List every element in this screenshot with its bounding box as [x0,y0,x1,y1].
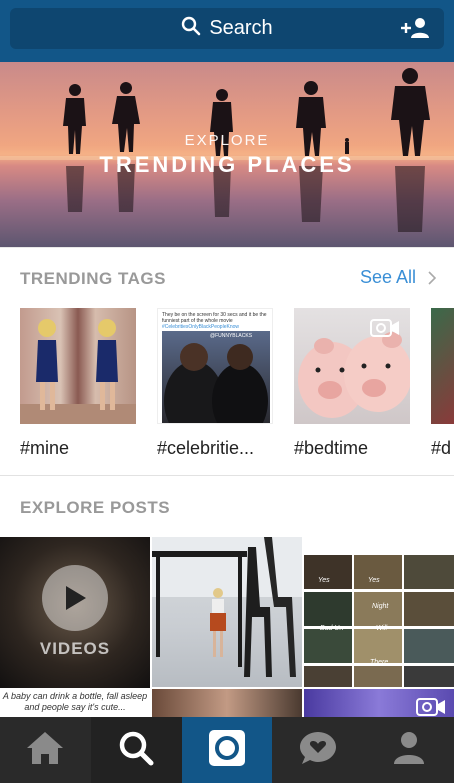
search-icon [117,729,155,772]
search-icon [181,16,201,42]
tab-profile[interactable] [363,717,454,783]
tag-label: #celebritie... [157,438,255,458]
explore-posts-heading: EXPLORE POSTS [20,498,171,517]
trending-places-banner[interactable]: EXPLORE TRENDING PLACES [0,62,454,247]
search-label: Search [209,17,273,39]
videos-post[interactable]: VIDEOS A baby can drink a bottle, fall a… [0,537,150,717]
trending-tags-carousel[interactable]: #mine They be on the screen for 30 secs … [0,308,454,468]
divider [0,247,454,248]
search-field[interactable]: Search [10,8,444,49]
add-user-icon[interactable] [400,17,430,39]
see-all-link[interactable]: See All [360,267,436,288]
tab-activity[interactable] [272,717,363,783]
tag-card[interactable]: They be on the screen for 30 secs and it… [157,308,273,459]
tag-thumbnail [20,308,136,424]
tag-card[interactable]: #mine [20,308,136,459]
tag-label: #d [431,438,452,458]
tag-thumbnail: They be on the screen for 30 secs and it… [157,308,273,424]
bottom-tab-bar [0,717,454,783]
tag-thumbnail [294,308,410,424]
collage-text: Night [372,603,389,610]
explore-posts-grid: VIDEOS A baby can drink a bottle, fall a… [0,537,454,717]
tag-card[interactable]: #d [431,308,454,459]
divider [0,475,454,476]
collage-text: Bad Un [320,625,344,632]
thumb-meme-caption: They be on the screen for 30 secs and it… [162,312,267,324]
thumb-meme-brand: @FUNNYBLACKS [210,333,253,339]
chevron-right-icon [428,270,436,285]
explore-post[interactable] [152,689,302,717]
videos-overlay: VIDEOS [0,537,150,687]
search-bar[interactable]: Search [10,8,444,49]
camera-icon [208,729,246,772]
explore-post[interactable]: Yes Yes Night Bad Un Will There [304,537,454,687]
top-bar: Search [0,0,454,62]
trending-tags-heading: TRENDING TAGS [20,269,166,288]
collage-text: Yes [318,577,330,584]
profile-icon [392,730,426,771]
video-camera-icon [416,697,446,717]
collage-text: Will [376,625,388,632]
hero-subtitle: EXPLORE [184,132,270,149]
activity-icon [298,730,338,771]
tag-label: #bedtime [294,438,369,458]
tag-thumbnail [431,308,454,424]
chairs-photo [152,537,302,677]
video-camera-icon [370,318,400,343]
explore-post[interactable] [304,689,454,717]
videos-label: VIDEOS [39,639,111,658]
home-icon [25,730,65,771]
play-icon [42,565,108,631]
thumb-meme-hashtag: #CelebritiesOnlyBlackPeopleKnow [162,324,239,330]
collage-text: Yes [368,577,380,584]
collage-text: There [370,659,389,666]
explore-post[interactable] [152,537,302,687]
thumb-meme-photo: @FUNNYBLACKS [162,331,270,423]
tab-explore[interactable] [90,717,182,783]
see-all-label: See All [359,267,416,287]
tag-card[interactable]: #bedtime [294,308,410,459]
post-caption: A baby can drink a bottle, fall asleep a… [0,688,150,717]
tab-home[interactable] [0,717,91,783]
tab-camera[interactable] [181,717,273,783]
tag-label: #mine [20,438,70,458]
hero-title: TRENDING PLACES [99,152,355,177]
